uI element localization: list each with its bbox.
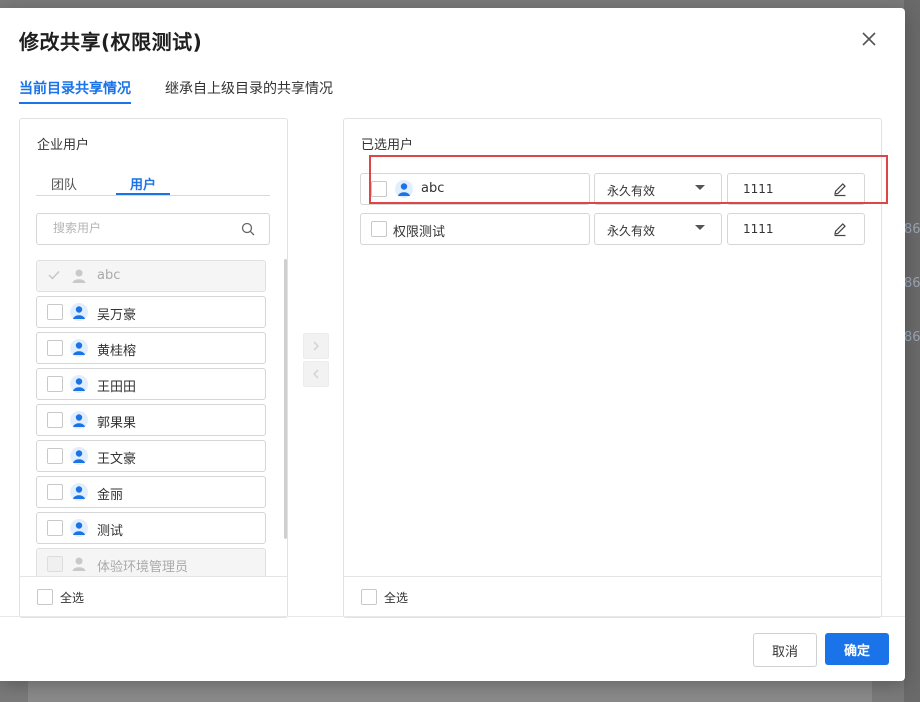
avatar-icon — [72, 269, 86, 283]
checkbox[interactable] — [47, 484, 63, 500]
panel-footer: 全选 — [344, 576, 881, 617]
chevron-left-icon — [313, 369, 319, 379]
user-type-tabs: 团队 用户 — [36, 169, 270, 196]
avatar-icon — [70, 339, 88, 357]
checkbox[interactable] — [47, 448, 63, 464]
avatar-icon — [70, 411, 88, 429]
select-all-label: 全选 — [384, 591, 409, 605]
select-all-checkbox[interactable] — [361, 589, 377, 605]
scrollbar[interactable] — [284, 259, 287, 539]
move-right-button[interactable] — [303, 333, 329, 359]
user-name: 测试 — [97, 524, 124, 539]
panel-title: 已选用户 — [361, 138, 414, 153]
background-cell: 86 — [904, 330, 920, 345]
user-list: abc 吴万豪 黄桂榕 王田田 郭果果 王文豪 金丽 测试 体验环境管理员 — [36, 260, 268, 576]
tab-inherited[interactable]: 继承自上级目录的共享情况 — [165, 78, 333, 98]
user-name: 金丽 — [97, 488, 124, 503]
user-name: 体验环境管理员 — [97, 560, 189, 575]
user-name: 吴万豪 — [97, 308, 137, 323]
confirm-button[interactable]: 确定 — [825, 633, 889, 665]
avatar-icon — [70, 375, 88, 393]
caret-down-icon — [695, 225, 705, 230]
dialog-title: 修改共享(权限测试) — [19, 30, 203, 54]
list-item[interactable]: 吴万豪 — [36, 296, 266, 328]
list-item[interactable]: 郭果果 — [36, 404, 266, 436]
panel-title: 企业用户 — [37, 138, 90, 153]
list-item[interactable]: 金丽 — [36, 476, 266, 508]
search-input[interactable] — [51, 220, 235, 236]
list-item[interactable]: 测试 — [36, 512, 266, 544]
avatar-icon — [70, 483, 88, 501]
background-table-edge — [904, 0, 920, 702]
selected-user[interactable]: 权限测试 — [360, 213, 590, 245]
checkbox[interactable] — [371, 221, 387, 237]
list-item[interactable]: 黄桂榕 — [36, 332, 266, 364]
edit-icon[interactable] — [832, 221, 848, 237]
user-name: 王文豪 — [97, 452, 137, 467]
list-item[interactable]: 体验环境管理员 — [36, 548, 266, 576]
list-item[interactable]: 王田田 — [36, 368, 266, 400]
user-name: 王田田 — [97, 380, 137, 395]
tab-users[interactable]: 用户 — [115, 174, 171, 195]
checkbox[interactable] — [47, 340, 63, 356]
password-value: 1111 — [743, 222, 774, 236]
close-button[interactable] — [856, 26, 882, 52]
user-name: 权限测试 — [393, 225, 446, 240]
search-box — [36, 213, 270, 245]
list-item[interactable]: abc — [36, 260, 266, 292]
checkbox[interactable] — [47, 412, 63, 428]
divider — [0, 616, 905, 617]
user-name: 黄桂榕 — [97, 344, 137, 359]
select-all-checkbox[interactable] — [37, 589, 53, 605]
background-footer — [28, 679, 872, 702]
check-icon — [48, 271, 60, 280]
background-cell: 86 — [904, 276, 920, 291]
avatar-icon — [70, 519, 88, 537]
avatar-icon — [70, 447, 88, 465]
chevron-right-icon — [313, 341, 319, 351]
user-name: 郭果果 — [97, 416, 137, 431]
checkbox[interactable] — [47, 520, 63, 536]
search-icon[interactable] — [241, 222, 255, 236]
list-item[interactable]: 王文豪 — [36, 440, 266, 472]
enterprise-users-panel: 企业用户 团队 用户 abc 吴万豪 — [19, 118, 288, 618]
move-left-button[interactable] — [303, 361, 329, 387]
password-field[interactable]: 1111 — [727, 213, 865, 245]
validity-value: 永久有效 — [607, 224, 656, 238]
select-all-label: 全选 — [60, 591, 85, 605]
user-name: abc — [97, 268, 121, 283]
checkbox[interactable] — [47, 376, 63, 392]
background-cell: 86 — [904, 222, 920, 237]
close-icon — [862, 32, 876, 46]
annotation-highlight-box — [369, 155, 888, 204]
cancel-button[interactable]: 取消 — [753, 633, 817, 667]
tab-team[interactable]: 团队 — [51, 174, 77, 193]
avatar-icon — [70, 303, 88, 321]
panel-footer: 全选 — [20, 576, 287, 617]
checkbox[interactable] — [47, 304, 63, 320]
checkbox[interactable] — [47, 556, 63, 572]
avatar-icon — [72, 557, 86, 571]
validity-select[interactable]: 永久有效 — [594, 213, 722, 245]
tab-current-directory[interactable]: 当前目录共享情况 — [19, 78, 131, 104]
edit-share-dialog: 修改共享(权限测试) 当前目录共享情况 继承自上级目录的共享情况 企业用户 团队… — [0, 8, 905, 681]
